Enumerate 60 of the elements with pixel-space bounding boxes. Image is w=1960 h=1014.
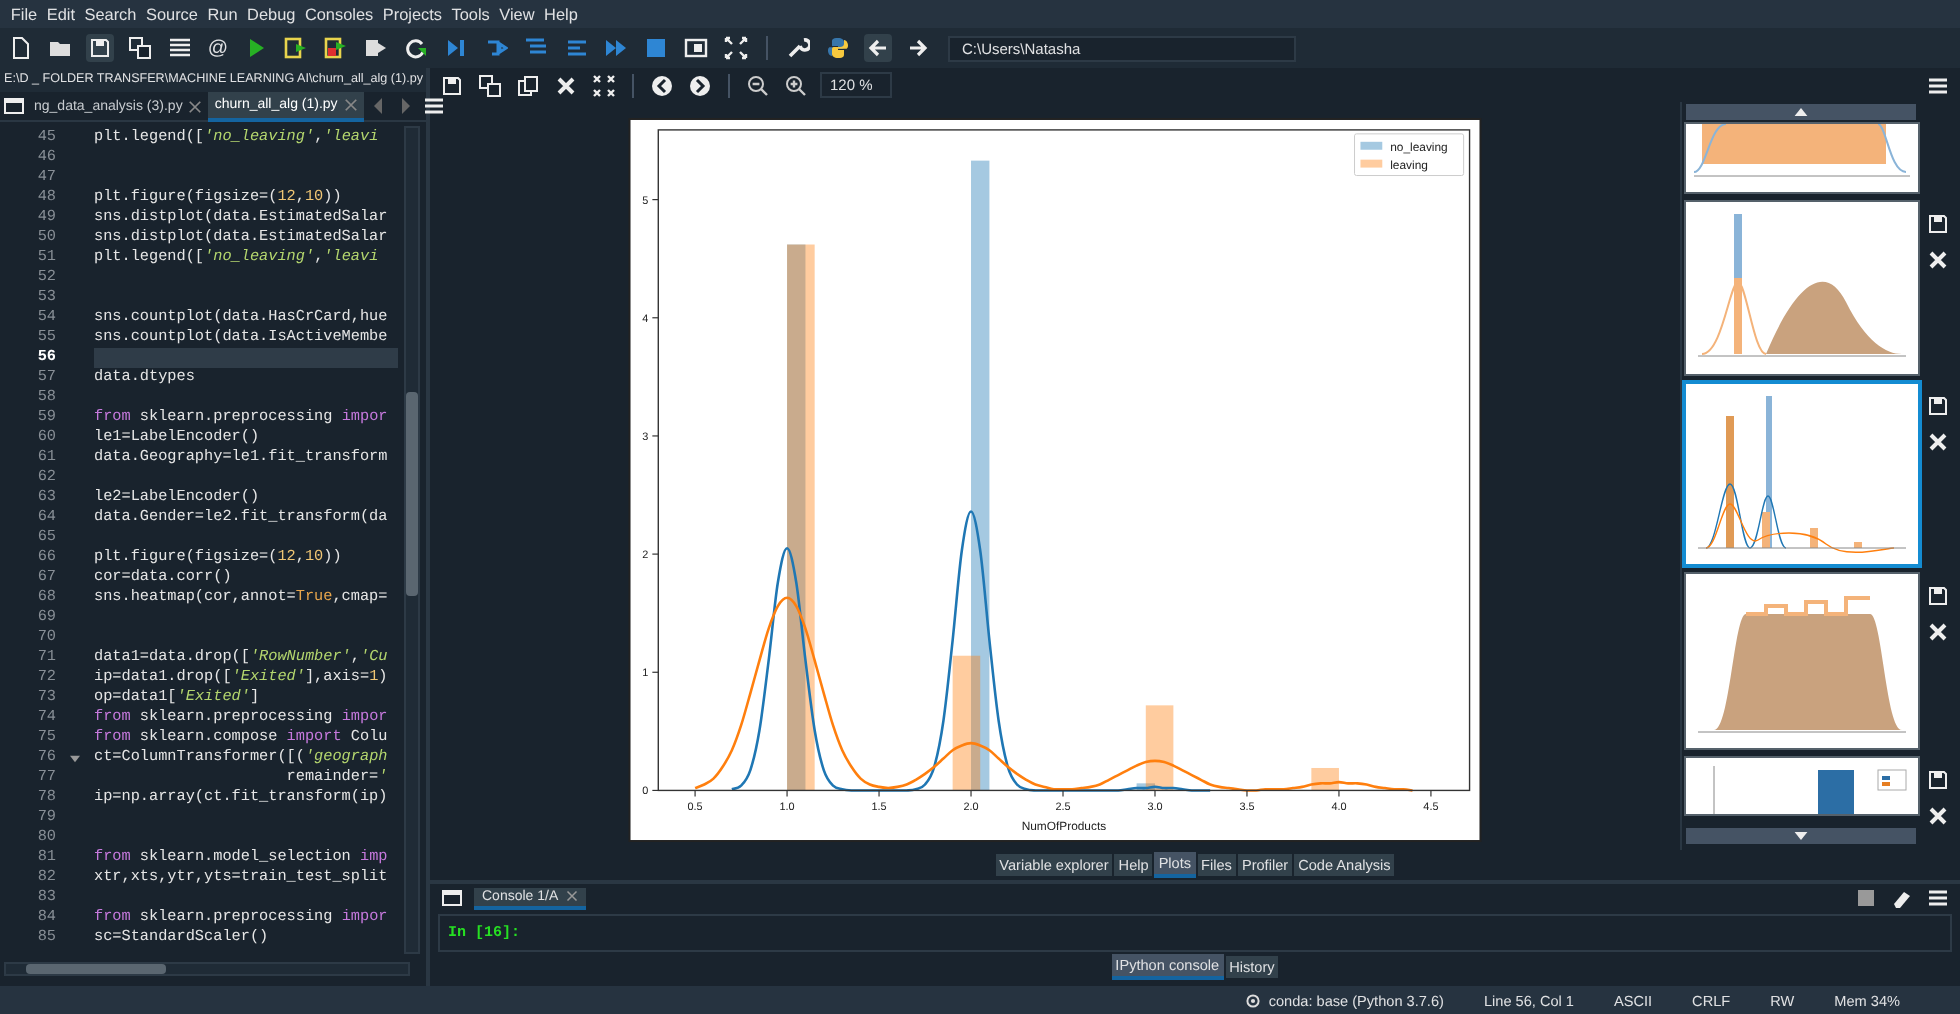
menu-item[interactable]: Source xyxy=(141,5,203,23)
rerun-icon[interactable] xyxy=(402,34,430,62)
debug-icon[interactable] xyxy=(442,34,470,62)
back-arrow-icon[interactable] xyxy=(864,34,892,62)
save-icon[interactable] xyxy=(438,71,466,99)
fullscreen-icon[interactable] xyxy=(722,34,750,62)
menu-item[interactable]: Help xyxy=(539,5,583,23)
scrollbar[interactable] xyxy=(4,962,410,976)
run-cell-icon[interactable] xyxy=(282,34,310,62)
conda-icon xyxy=(1246,993,1261,1007)
zoom-in-icon[interactable] xyxy=(782,71,810,99)
save-icon[interactable] xyxy=(1924,766,1952,794)
menu-item[interactable]: Consoles xyxy=(300,5,378,23)
plot-thumbnail[interactable] xyxy=(1686,574,1918,748)
menu-item[interactable]: View xyxy=(494,5,540,23)
close-icon[interactable] xyxy=(1924,618,1952,646)
menu-item[interactable]: Projects xyxy=(378,5,447,23)
menu-item[interactable]: Debug xyxy=(242,5,301,23)
plot-thumbnail[interactable] xyxy=(1686,202,1918,374)
save-icon[interactable] xyxy=(1924,210,1952,238)
menu-item[interactable]: File xyxy=(6,5,42,23)
save-all-icon[interactable] xyxy=(476,71,504,99)
copy-icon[interactable] xyxy=(514,71,542,99)
run-cell-advance-icon[interactable] xyxy=(322,34,350,62)
at-sign-button[interactable]: @ xyxy=(206,37,230,59)
histogram-bar xyxy=(1311,768,1339,791)
legend xyxy=(1354,133,1465,176)
wrench-icon[interactable] xyxy=(784,34,812,62)
forward-arrow-icon[interactable] xyxy=(904,34,932,62)
save-all-icon[interactable] xyxy=(126,34,154,62)
save-icon[interactable] xyxy=(86,34,114,62)
menu-item[interactable]: Edit xyxy=(41,5,80,23)
zoom-out-icon[interactable] xyxy=(744,71,772,99)
plot-thumbnail[interactable] xyxy=(1686,384,1918,564)
close-icon[interactable] xyxy=(1924,246,1952,274)
close-icon[interactable] xyxy=(1924,802,1952,830)
menu-item[interactable]: Tools xyxy=(446,5,495,23)
browse-tabs-icon[interactable] xyxy=(0,92,28,120)
python-icon[interactable] xyxy=(824,34,852,62)
scrollbar[interactable] xyxy=(404,126,420,954)
close-icon[interactable] xyxy=(1924,428,1952,456)
fold-arrow-icon[interactable] xyxy=(70,753,80,763)
browse-tabs-icon[interactable] xyxy=(438,884,466,912)
stop-icon[interactable] xyxy=(642,34,670,62)
plot-thumbnail[interactable] xyxy=(1686,124,1918,192)
maximize-pane-icon[interactable] xyxy=(682,34,710,62)
menu-item[interactable]: Run xyxy=(202,5,243,23)
caret-down-icon xyxy=(1794,832,1808,840)
save-icon[interactable] xyxy=(1924,392,1952,420)
run-selection-icon[interactable] xyxy=(362,34,390,62)
next-icon[interactable] xyxy=(686,71,714,99)
plot-thumbnail[interactable] xyxy=(1686,758,1918,814)
previous-icon[interactable] xyxy=(648,71,676,99)
caret-up-icon xyxy=(1794,108,1808,116)
list-icon[interactable] xyxy=(166,34,194,62)
menu-item[interactable]: Search xyxy=(79,5,142,23)
continue-icon[interactable] xyxy=(602,34,630,62)
close-all-icon[interactable] xyxy=(590,71,618,99)
stop-icon[interactable] xyxy=(1852,884,1880,912)
save-icon[interactable] xyxy=(1924,582,1952,610)
